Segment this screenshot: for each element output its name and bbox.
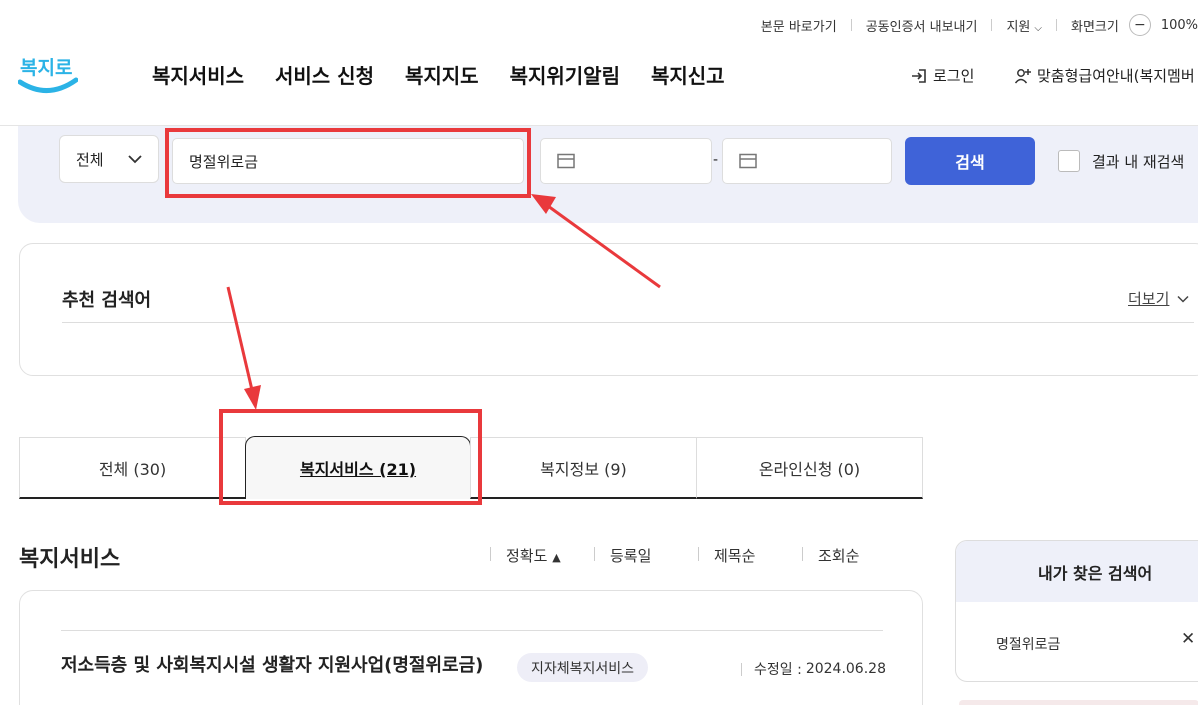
- chevron-down-icon: [1177, 295, 1189, 303]
- support-menu[interactable]: 지원 ⌵: [1006, 16, 1042, 35]
- cert-export-link[interactable]: 공동인증서 내보내기: [866, 16, 978, 35]
- tab-all[interactable]: 전체 (30): [19, 437, 246, 499]
- chevron-down-icon: ⌵: [1034, 22, 1042, 34]
- nav-item-welfare-map[interactable]: 복지지도: [405, 60, 479, 89]
- tab-label: 복지정보 (9): [540, 459, 627, 479]
- logo-smile: [18, 77, 78, 93]
- nav-item-crisis-alert[interactable]: 복지위기알림: [510, 60, 620, 89]
- my-searches-title: 내가 찾은 검색어: [956, 541, 1198, 602]
- zoom-out-button[interactable]: −: [1128, 14, 1151, 36]
- tab-label: 전체 (30): [98, 459, 167, 479]
- updated-info: 수정일 : 2024.06.28: [741, 659, 886, 679]
- divider: [61, 630, 883, 631]
- scope-value: 전체: [76, 150, 104, 169]
- divider: [741, 662, 742, 676]
- sort-up-icon: ▲: [552, 551, 561, 564]
- research-checkbox[interactable]: [1058, 150, 1080, 172]
- research-option[interactable]: 결과 내 재검색: [1058, 150, 1184, 172]
- result-list: [19, 590, 923, 705]
- divider: [594, 547, 595, 561]
- sort-label: 정확도: [506, 547, 548, 565]
- category-badge: 지자체복지서비스: [517, 653, 649, 682]
- result-title-link[interactable]: 저소득층 및 사회복지시설 생활자 지원사업(명절위로금): [61, 651, 483, 677]
- tab-label: 온라인신청 (0): [758, 459, 861, 479]
- logo-text: 복지로: [20, 57, 72, 79]
- member-guide-label: 맞춤형급여안내(복지멤버: [1037, 67, 1195, 85]
- section-title: 복지서비스: [19, 547, 121, 572]
- highlight-box-search: [165, 128, 531, 198]
- highlight-box-tab: [219, 409, 482, 505]
- zoom-value: 100%: [1160, 17, 1198, 33]
- nav-item-service-apply[interactable]: 서비스 신청: [275, 60, 374, 89]
- utility-bar: 본문 바로가기 공동인증서 내보내기 지원 ⌵ 화면크기 − 100%: [761, 14, 1198, 36]
- bokjiro-logo[interactable]: 복지로: [18, 44, 78, 98]
- my-searches-panel: 내가 찾은 검색어 명절위로금 ✕: [955, 540, 1198, 682]
- divider: [698, 547, 699, 561]
- search-button[interactable]: 검색: [905, 137, 1035, 185]
- search-scope-select[interactable]: 전체: [59, 135, 159, 183]
- login-label: 로그인: [933, 67, 975, 85]
- recommended-keywords-box: [19, 243, 1198, 376]
- tab-welfare-info[interactable]: 복지정보 (9): [470, 437, 697, 499]
- divider: [991, 19, 993, 31]
- start-date-input[interactable]: [540, 138, 712, 184]
- sort-date[interactable]: 등록일: [610, 545, 651, 566]
- sort-views[interactable]: 조회순: [818, 545, 859, 566]
- recommended-title: 추천 검색어: [62, 290, 152, 311]
- skip-link[interactable]: 본문 바로가기: [761, 16, 837, 35]
- divider: [62, 322, 1194, 323]
- divider: [1055, 19, 1057, 31]
- user-add-icon: [1014, 68, 1031, 83]
- research-label: 결과 내 재검색: [1092, 152, 1185, 171]
- side-panel-next: [959, 700, 1198, 705]
- close-icon[interactable]: ✕: [1181, 629, 1195, 649]
- more-button[interactable]: 더보기: [1128, 288, 1189, 309]
- screen-size-label: 화면크기: [1070, 19, 1119, 35]
- login-icon: [912, 68, 926, 83]
- calendar-icon[interactable]: [739, 153, 757, 169]
- member-guide-link[interactable]: 맞춤형급여안내(복지멤버: [1014, 65, 1195, 86]
- updated-date: 2024.06.28: [805, 661, 886, 677]
- arrowhead-icon: [244, 385, 261, 410]
- site-header: 본문 바로가기 공동인증서 내보내기 지원 ⌵ 화면크기 − 100% 복지로 복…: [0, 0, 1198, 126]
- divider: [850, 19, 852, 31]
- main-nav: 복지서비스 서비스 신청 복지지도 복지위기알림 복지신고: [152, 60, 725, 89]
- date-separator: -: [713, 152, 719, 168]
- support-label: 지원: [1006, 19, 1031, 35]
- sort-accuracy[interactable]: 정확도 ▲: [506, 545, 561, 566]
- updated-label: 수정일 :: [754, 662, 802, 678]
- divider: [490, 547, 491, 561]
- chevron-down-icon: [128, 155, 142, 164]
- my-search-item[interactable]: 명절위로금: [996, 634, 1060, 654]
- calendar-icon[interactable]: [557, 153, 575, 169]
- nav-item-welfare-service[interactable]: 복지서비스: [152, 60, 244, 89]
- end-date-input[interactable]: [722, 138, 892, 184]
- tab-online-apply[interactable]: 온라인신청 (0): [696, 437, 923, 499]
- more-label: 더보기: [1128, 290, 1170, 308]
- nav-item-report[interactable]: 복지신고: [651, 60, 725, 89]
- divider: [802, 547, 803, 561]
- sort-title[interactable]: 제목순: [714, 545, 755, 566]
- login-button[interactable]: 로그인: [910, 65, 974, 86]
